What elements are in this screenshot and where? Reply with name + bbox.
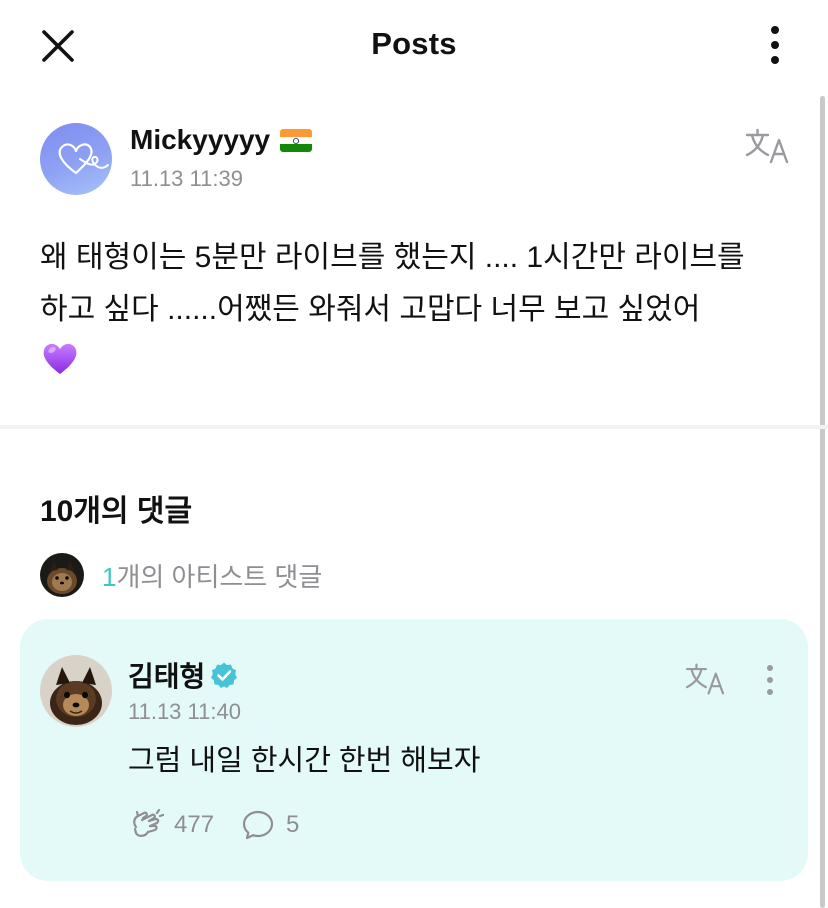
top-bar: Posts	[0, 0, 828, 90]
reply-count: 5	[286, 811, 300, 838]
artist-mini-avatar	[40, 553, 84, 597]
pomeranian-photo	[40, 553, 84, 597]
purple-heart-emoji	[43, 343, 77, 374]
more-vertical-icon	[771, 26, 779, 64]
author-avatar[interactable]	[40, 123, 112, 195]
comment-translate-button[interactable]	[684, 661, 726, 697]
more-options-button[interactable]	[760, 24, 790, 68]
reply-button[interactable]: 5	[240, 807, 299, 843]
post-text: 왜 태형이는 5분만 라이브를 했는지 .... 1시간만 라이브를 하고 싶다…	[40, 241, 745, 326]
india-flag-icon	[280, 129, 312, 152]
translate-button[interactable]	[744, 126, 790, 166]
comment-bubble-icon	[242, 810, 274, 840]
pomeranian-photo	[40, 655, 112, 727]
artist-comments-filter[interactable]: 1개의 아티스트 댓글	[40, 553, 322, 597]
scrollbar[interactable]	[820, 96, 825, 908]
page-title: Posts	[371, 26, 457, 61]
artist-comments-label: 1개의 아티스트 댓글	[102, 557, 322, 594]
artist-comments-text: 개의 아티스트 댓글	[116, 561, 323, 592]
translate-icon	[745, 128, 789, 164]
more-vertical-icon	[767, 665, 773, 695]
author-name[interactable]: Mickyyyyy	[130, 124, 270, 156]
artist-comment-text: 그럼 내일 한시간 한번 해보자	[128, 745, 481, 777]
artist-name-row: 김태형	[128, 655, 238, 695]
artist-comment-timestamp: 11.13 11:40	[128, 699, 241, 724]
comments-count: 10개의 댓글	[40, 495, 193, 528]
verified-badge-icon	[211, 662, 238, 688]
comment-actions: 477 5	[128, 807, 299, 843]
post-timestamp: 11.13 11:39	[130, 166, 243, 191]
cheer-hands-icon	[133, 808, 164, 837]
posts-screen: Posts Mickyyyyy 11.13 11:39 왜 태형이는 5분만 라…	[0, 0, 828, 908]
post-body: 왜 태형이는 5분만 라이브를 했는지 .... 1시간만 라이브를 하고 싶다…	[40, 232, 800, 378]
heart-doodle-icon	[58, 143, 109, 175]
like-count: 477	[174, 811, 215, 838]
artist-name[interactable]: 김태형	[128, 655, 205, 695]
artist-comment-card: 김태형 11.13 11:40 그럼 내일 한시간 한번 해보자 477 5	[20, 619, 808, 881]
like-button[interactable]: 477	[128, 807, 214, 843]
artist-comments-count: 1	[102, 561, 117, 592]
section-divider	[0, 425, 828, 429]
artist-avatar[interactable]	[40, 655, 112, 727]
comment-more-button[interactable]	[758, 663, 782, 699]
translate-icon	[685, 663, 725, 695]
